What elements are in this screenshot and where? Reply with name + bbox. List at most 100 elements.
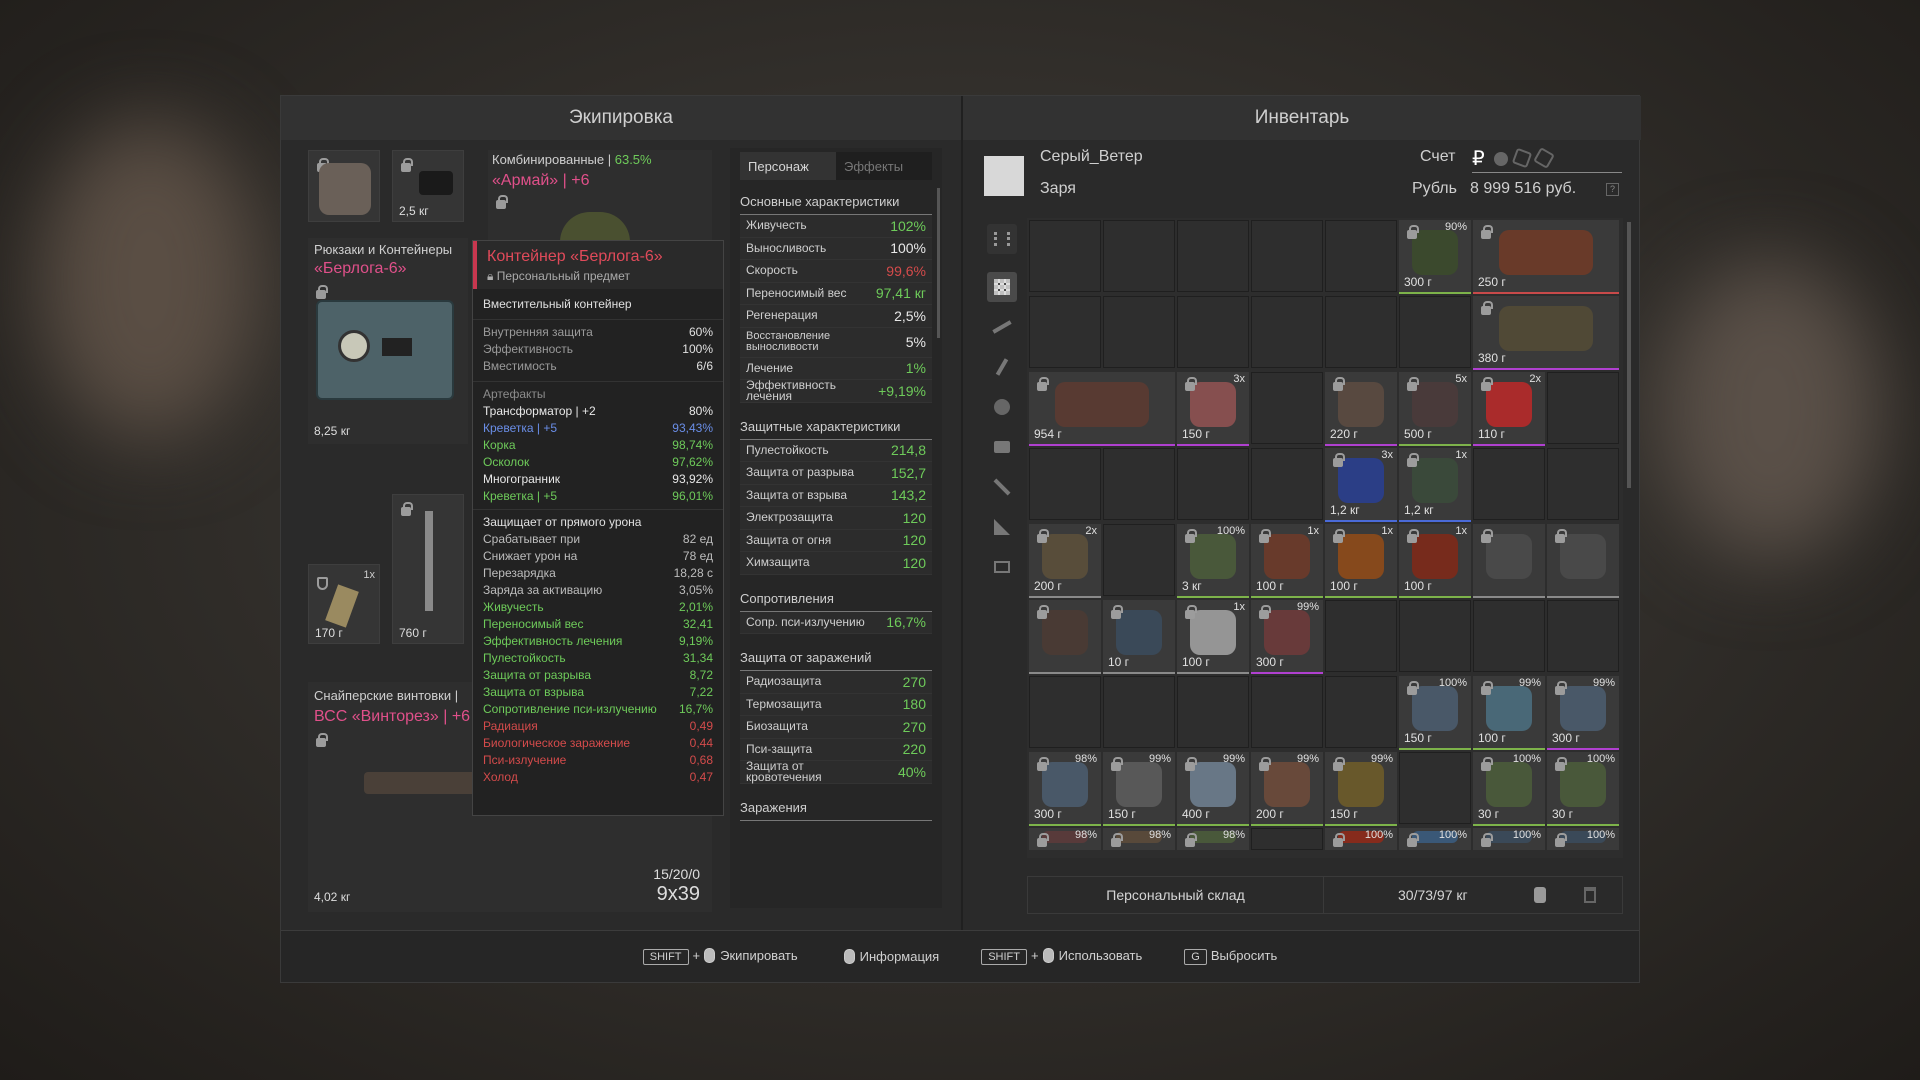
inventory-item[interactable]: 1x 100 г (1325, 524, 1397, 598)
inventory-item[interactable]: 2x 110 г (1473, 372, 1545, 446)
grid-cell[interactable] (1177, 220, 1249, 292)
grid-cell[interactable] (1251, 828, 1323, 850)
grid-cell[interactable] (1399, 600, 1471, 672)
inventory-item[interactable]: 3x 1,2 кг (1325, 448, 1397, 522)
mask-slot[interactable] (308, 150, 380, 222)
grid-cell[interactable] (1177, 676, 1249, 748)
grid-cell[interactable] (1103, 448, 1175, 520)
grid-cell[interactable] (1177, 448, 1249, 520)
inventory-item[interactable]: 380 г (1473, 296, 1619, 370)
backpack-slot[interactable]: Рюкзаки и Контейнеры «Берлога-6» 8,25 кг (308, 238, 468, 444)
grid-cell[interactable] (1251, 296, 1323, 368)
inventory-item[interactable]: 220 г (1325, 372, 1397, 446)
grid-cell[interactable] (1251, 676, 1323, 748)
grid-cell[interactable] (1103, 676, 1175, 748)
personal-storage-button[interactable]: Персональный склад (1028, 877, 1324, 913)
sort-icon[interactable] (987, 224, 1017, 254)
grid-cell[interactable] (1325, 220, 1397, 292)
inventory-item[interactable]: 1x 100 г (1177, 600, 1249, 674)
inventory-item[interactable]: 100% (1325, 828, 1397, 850)
grid-all-icon[interactable] (987, 272, 1017, 302)
inventory-item[interactable]: 100% (1473, 828, 1545, 850)
coin-icon[interactable] (1494, 152, 1508, 166)
item-durability: 100% (1216, 525, 1245, 537)
inventory-item[interactable]: 2x 200 г (1029, 524, 1101, 598)
knife-icon[interactable] (987, 352, 1017, 382)
inventory-item[interactable] (1547, 524, 1619, 598)
inventory-item[interactable]: 90% 300 г (1399, 220, 1471, 294)
tab-effects[interactable]: Эффекты (836, 152, 932, 180)
lock-icon (1333, 757, 1345, 771)
inventory-item[interactable]: 99% 300 г (1251, 600, 1323, 674)
inventory-item[interactable]: 99% 300 г (1547, 676, 1619, 750)
inventory-item[interactable]: 99% 400 г (1177, 752, 1249, 826)
inventory-item[interactable]: 98% (1029, 828, 1101, 850)
grid-cell[interactable] (1103, 524, 1175, 596)
grid-cell[interactable] (1103, 220, 1175, 292)
grid-cell[interactable] (1473, 448, 1545, 520)
inventory-grid[interactable]: 90% 300 г 250 г 380 г 954 г 3x 150 г 220 г 5x 500… (1027, 218, 1623, 858)
inventory-item[interactable]: 250 г (1473, 220, 1619, 294)
inventory-scrollbar[interactable] (1627, 222, 1631, 488)
inventory-item[interactable]: 100% 30 г (1547, 752, 1619, 826)
grid-cell[interactable] (1473, 600, 1545, 672)
inventory-item[interactable]: 5x 500 г (1399, 372, 1471, 446)
grid-cell[interactable] (1251, 448, 1323, 520)
grid-cell[interactable] (1325, 296, 1397, 368)
inventory-item[interactable]: 98% (1177, 828, 1249, 850)
trash-icon[interactable] (1584, 887, 1596, 903)
help-icon[interactable]: ? (1606, 183, 1619, 196)
tools-icon[interactable] (987, 472, 1017, 502)
artifact-slot[interactable]: 1x 170 г (308, 564, 380, 644)
tooltip-effects-section: Защищает от прямого урона Срабатывает пр… (473, 509, 723, 786)
inventory-item[interactable]: 3x 150 г (1177, 372, 1249, 446)
hint-info: Информация (840, 949, 939, 964)
artifact-icon[interactable] (987, 392, 1017, 422)
camera-icon[interactable] (987, 432, 1017, 462)
inventory-item[interactable]: 99% 150 г (1103, 752, 1175, 826)
grid-cell[interactable] (1547, 600, 1619, 672)
grid-cell[interactable] (1029, 448, 1101, 520)
grid-cell[interactable] (1325, 600, 1397, 672)
scope-slot[interactable]: 2,5 кг (392, 150, 464, 222)
inventory-item[interactable]: 1x 1,2 кг (1399, 448, 1471, 522)
inventory-item[interactable]: 100% 3 кг (1177, 524, 1249, 598)
inventory-item[interactable]: 100% 30 г (1473, 752, 1545, 826)
inventory-item[interactable]: 100% (1547, 828, 1619, 850)
grid-cell[interactable] (1029, 296, 1101, 368)
inventory-item[interactable]: 98% 300 г (1029, 752, 1101, 826)
item-tooltip: Контейнер «Берлога-6» 🔒︎ Персональный пр… (472, 240, 724, 816)
grid-cell[interactable] (1325, 676, 1397, 748)
inventory-item[interactable]: 954 г (1029, 372, 1175, 446)
grid-cell[interactable] (1029, 676, 1101, 748)
grid-cell[interactable] (1399, 296, 1471, 368)
scrollbar[interactable] (937, 188, 940, 338)
inventory-item[interactable] (1029, 600, 1101, 674)
inventory-item[interactable]: 99% 100 г (1473, 676, 1545, 750)
knife-slot[interactable]: 760 г (392, 494, 464, 644)
inventory-item[interactable]: 10 г (1103, 600, 1175, 674)
grid-cell[interactable] (1547, 372, 1619, 444)
box-icon[interactable] (987, 552, 1017, 582)
inventory-item[interactable]: 99% 200 г (1251, 752, 1323, 826)
grid-cell[interactable] (1251, 372, 1323, 444)
grid-cell[interactable] (1251, 220, 1323, 292)
inventory-item[interactable] (1473, 524, 1545, 598)
grid-cell[interactable] (1177, 296, 1249, 368)
weapons-icon[interactable] (987, 312, 1017, 342)
inventory-item[interactable]: 1x 100 г (1251, 524, 1323, 598)
grid-cell[interactable] (1399, 752, 1471, 824)
grid-cell[interactable] (1547, 448, 1619, 520)
tab-character[interactable]: Персонаж (740, 152, 836, 180)
item-icon (1485, 534, 1533, 579)
grid-cell[interactable] (1029, 220, 1101, 292)
inventory-item[interactable]: 100% 150 г (1399, 676, 1471, 750)
grid-cell[interactable] (1103, 296, 1175, 368)
inventory-item[interactable]: 1x 100 г (1399, 524, 1471, 598)
ruble-icon[interactable]: ₽ (1472, 146, 1485, 171)
ruler-icon[interactable] (987, 512, 1017, 542)
inventory-item[interactable]: 100% (1399, 828, 1471, 850)
inventory-item[interactable]: 98% (1103, 828, 1175, 850)
armor-slot[interactable]: Комбинированные | 63.5% «Армай» | +6 (488, 150, 712, 242)
inventory-item[interactable]: 99% 150 г (1325, 752, 1397, 826)
